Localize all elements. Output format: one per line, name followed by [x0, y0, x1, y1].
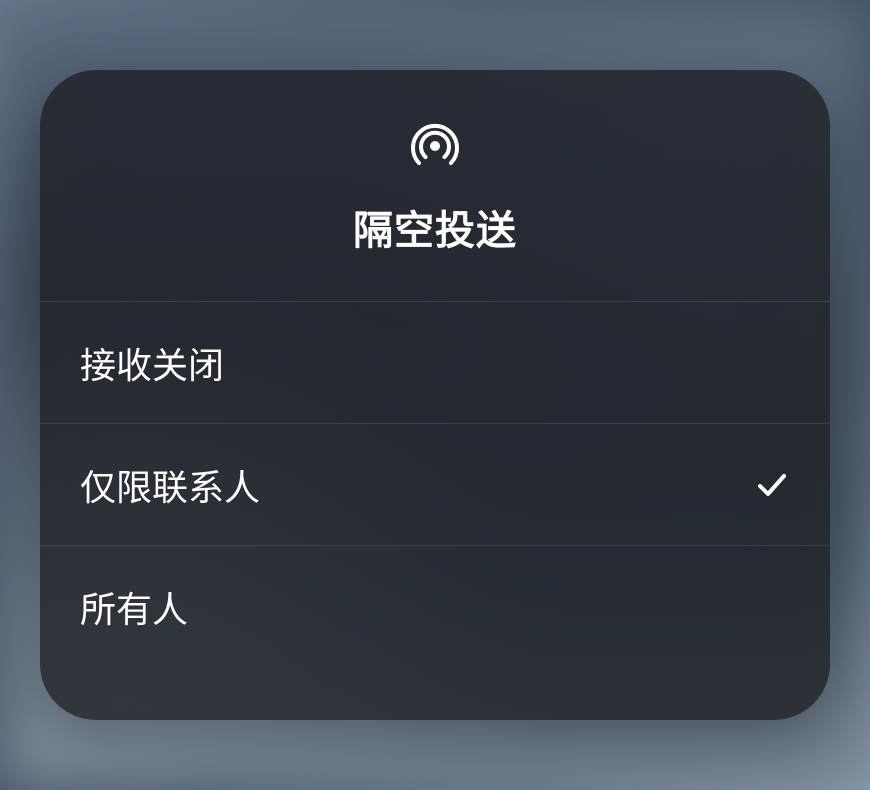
option-label: 所有人 — [80, 581, 188, 633]
option-label: 接收关闭 — [80, 337, 224, 389]
options-list: 接收关闭 仅限联系人 所有人 — [40, 302, 830, 668]
option-contacts-only[interactable]: 仅限联系人 — [40, 424, 830, 546]
panel-header: 隔空投送 — [40, 70, 830, 302]
option-receiving-off[interactable]: 接收关闭 — [40, 302, 830, 424]
checkmark-icon — [754, 467, 790, 503]
panel-title: 隔空投送 — [353, 198, 517, 256]
airdrop-settings-panel: 隔空投送 接收关闭 仅限联系人 所有人 — [40, 70, 830, 720]
option-label: 仅限联系人 — [80, 459, 260, 511]
option-everyone[interactable]: 所有人 — [40, 546, 830, 668]
airdrop-icon — [405, 116, 465, 176]
